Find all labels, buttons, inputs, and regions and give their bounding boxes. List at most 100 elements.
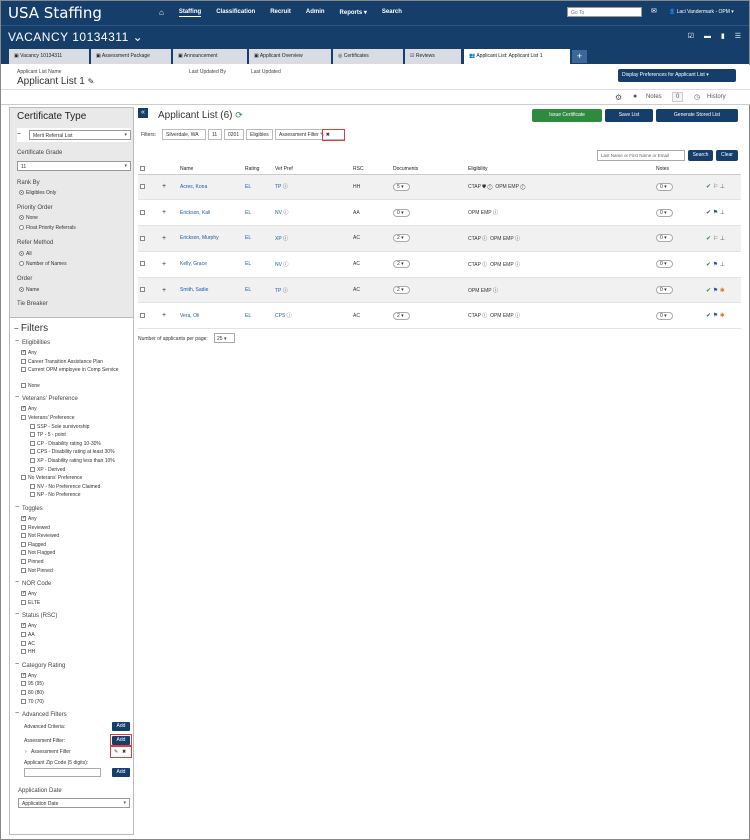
tab-reviews[interactable]: ☑ Reviews (405, 49, 461, 64)
notes-label[interactable]: Notes (646, 94, 662, 100)
vet-pref-link[interactable]: NV (275, 210, 282, 216)
radio[interactable] (19, 287, 24, 293)
tab-vacancy[interactable]: ▣ Vacancy 10134311 (9, 49, 89, 64)
filter-chip-location[interactable]: Silverdale, WA (162, 129, 206, 140)
filter-option[interactable]: NV - No Preference Claimed (30, 483, 126, 490)
checkbox[interactable] (21, 640, 26, 646)
checkbox[interactable] (30, 457, 35, 463)
vet-pref-link[interactable]: NV (275, 262, 282, 268)
checkbox[interactable] (21, 515, 26, 521)
documents-dropdown[interactable]: 2 ▾ (393, 260, 410, 269)
checkbox[interactable] (21, 698, 26, 704)
filter-option[interactable]: Not Reviewed (21, 533, 126, 539)
nav-reports[interactable]: Reports ▾ (340, 9, 367, 17)
history-label[interactable]: History (707, 94, 726, 100)
clear-button[interactable]: Clear (716, 150, 738, 161)
rating-link[interactable]: EL (245, 313, 251, 319)
checkbox[interactable] (21, 524, 26, 530)
pin-icon[interactable]: ⊥ (720, 262, 725, 268)
display-preferences-button[interactable]: Display Preferences for Applicant List ▾ (618, 69, 736, 82)
radio[interactable] (19, 225, 24, 231)
checkbox[interactable] (30, 449, 35, 455)
filter-option[interactable]: XP - Disability rating less than 10% (30, 457, 126, 464)
applicant-name-link[interactable]: Erickson, Murphy (180, 235, 219, 241)
checkbox[interactable] (21, 358, 26, 364)
add-tab-button[interactable]: + (572, 50, 587, 63)
checkbox[interactable] (21, 689, 26, 695)
collapse-icon[interactable]: − (15, 661, 19, 668)
zip-code-input[interactable] (24, 768, 101, 778)
tab-applicant-list[interactable]: 👥 Applicant List: Applicant List 1 (464, 49, 570, 64)
flag-icon[interactable]: ⚐ (713, 184, 718, 190)
filter-option[interactable]: Any (21, 590, 126, 597)
filter-option[interactable]: Not Pinned (21, 567, 126, 574)
documents-dropdown[interactable]: 0 ▾ (393, 208, 410, 217)
cert-grade-select[interactable]: 11 (17, 161, 131, 171)
notes-dropdown[interactable]: 0 ▾ (656, 182, 673, 191)
reviewed-icon[interactable]: ✔ (706, 210, 711, 216)
nav-search[interactable]: Search (382, 9, 402, 17)
filter-chip-series[interactable]: 0201 (224, 129, 244, 140)
filter-option[interactable]: SSP - Sole survivorship (30, 423, 126, 430)
col-rsc[interactable]: RSC (351, 164, 391, 175)
folder-icon[interactable]: ▬ (704, 33, 711, 40)
priority-float[interactable]: Float Priority Referrals (19, 225, 142, 231)
flag-icon[interactable]: ⚑ (713, 262, 718, 268)
filter-chip-grade[interactable]: 11 (208, 129, 222, 140)
collapse-icon[interactable]: − (15, 338, 19, 345)
row-checkbox[interactable] (140, 313, 145, 319)
flag-icon[interactable]: ⚑ (713, 210, 718, 216)
checkbox[interactable] (21, 382, 26, 388)
applicant-name-link[interactable]: Kelly, Grace (180, 261, 207, 267)
checkbox[interactable] (21, 349, 26, 355)
help-icon[interactable]: ⓘ (287, 313, 292, 319)
filter-option[interactable]: 70 (70) (21, 698, 126, 705)
notes-dropdown[interactable]: 0 ▾ (656, 208, 673, 217)
help-icon[interactable]: ⓘ (482, 313, 487, 319)
nav-classification[interactable]: Classification (216, 9, 255, 17)
applicant-name-link[interactable]: Erickson, Kali (180, 210, 210, 216)
notes-dropdown[interactable]: 0 ▾ (656, 311, 673, 320)
tab-assessment-package[interactable]: ▣ Assessment Package (91, 49, 171, 64)
flag-icon[interactable]: ⚑ (713, 288, 718, 294)
filter-option[interactable]: ELTE (21, 599, 126, 606)
documents-dropdown[interactable]: 5 ▾ (393, 182, 410, 191)
vet-pref-link[interactable]: TP (275, 184, 281, 190)
flag-icon[interactable]: ⚐ (713, 236, 718, 242)
applicant-name-link[interactable]: Vera, Oli (180, 313, 199, 319)
menu-icon[interactable]: ☰ (735, 33, 741, 40)
help-icon[interactable]: ⓘ (515, 236, 520, 242)
row-checkbox[interactable] (140, 235, 145, 241)
help-icon[interactable]: ⓘ (520, 184, 525, 190)
checkbox[interactable] (30, 440, 35, 446)
filter-option[interactable]: Any (21, 405, 126, 412)
filter-option[interactable]: HH (21, 649, 126, 655)
checkbox[interactable] (30, 466, 35, 472)
application-date-select[interactable]: Application Date (18, 798, 130, 809)
tab-announcement[interactable]: ▣ Announcement (173, 49, 247, 64)
home-icon[interactable]: ⌂ (159, 8, 164, 17)
row-checkbox[interactable] (140, 261, 145, 267)
refresh-icon[interactable]: ⟳ (235, 110, 243, 120)
tab-applicant-overview[interactable]: ▣ Applicant Overview (249, 49, 331, 64)
pin-icon[interactable]: ⊥ (720, 184, 725, 190)
per-page-select[interactable]: 25 ▾ (214, 333, 235, 343)
col-documents[interactable]: Documents (391, 164, 466, 175)
help-icon[interactable]: ⓘ (493, 288, 498, 294)
reviewed-icon[interactable]: ✔ (706, 184, 711, 190)
checkbox[interactable] (30, 423, 35, 429)
expand-icon[interactable]: + (162, 312, 166, 319)
checkbox[interactable] (21, 541, 26, 547)
search-button[interactable]: Search (688, 150, 713, 161)
help-icon[interactable]: ⓘ (283, 184, 288, 190)
select-all-checkbox[interactable] (140, 165, 145, 171)
gear-icon[interactable]: ⚙ (615, 93, 622, 102)
add-advanced-criteria-button[interactable]: Add (112, 722, 130, 732)
filter-option[interactable]: XP - Derived (30, 466, 126, 473)
filter-option[interactable]: Current OPM employee in Comp Service (21, 367, 126, 373)
filter-option[interactable]: TP - 5 - point (30, 432, 126, 438)
help-icon[interactable]: ⓘ (493, 210, 498, 216)
vet-pref-link[interactable]: TP (275, 288, 281, 294)
help-icon[interactable]: ⓘ (283, 288, 288, 294)
help-icon[interactable]: ⓘ (283, 236, 288, 242)
